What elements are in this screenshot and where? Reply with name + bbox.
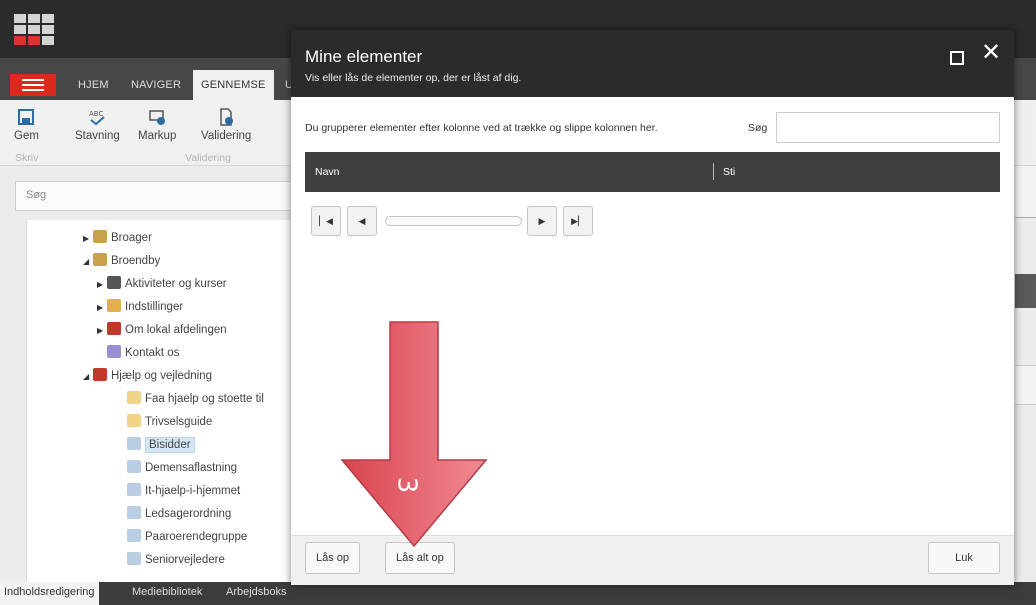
tree-item[interactable]: Kontakt os: [97, 345, 179, 359]
annotation-number: 3: [391, 476, 422, 494]
page-icon: [127, 552, 141, 565]
tree-item-label: Faa hjaelp og stoette til: [145, 393, 264, 405]
book-icon: [93, 368, 107, 381]
spelling-label: Stavning: [75, 130, 120, 142]
tree-item[interactable]: ▶ Aktiviteter og kurser: [97, 276, 227, 290]
pager-next-button[interactable]: ▶: [527, 206, 557, 236]
column-header-name[interactable]: Navn: [315, 166, 340, 178]
tree-item-label: Broendby: [111, 255, 161, 267]
svg-text:ABC: ABC: [89, 110, 103, 118]
expand-arrow-icon[interactable]: ▶: [97, 303, 107, 312]
group-hint: Du grupperer elementer efter kolonne ved…: [305, 122, 658, 134]
tree-item-label: Om lokal afdelingen: [125, 324, 227, 336]
tree-item-label: Paaroerendegruppe: [145, 531, 248, 543]
tree-item-label: Ledsagerordning: [145, 508, 232, 520]
chat-icon: [107, 345, 121, 358]
validation-label: Validering: [201, 130, 252, 142]
column-divider: [713, 163, 714, 180]
close-icon[interactable]: ✕: [981, 41, 1001, 65]
markup-label: Markup: [138, 130, 177, 142]
dialog-search-input[interactable]: [776, 112, 1000, 143]
tree-item-label: It-hjaelp-i-hjemmet: [145, 485, 241, 497]
tree-item[interactable]: Bisidder: [117, 437, 195, 453]
tab-gennemse[interactable]: GENNEMSE: [193, 70, 274, 100]
tree-item-label: Trivselsguide: [145, 416, 213, 428]
expand-arrow-icon[interactable]: ▶: [97, 326, 107, 335]
grid-header: Navn Sti: [305, 152, 1000, 192]
expand-arrow-icon[interactable]: ▶: [97, 280, 107, 289]
tab-hjem[interactable]: HJEM: [78, 79, 109, 91]
folder-icon: [127, 391, 141, 404]
markup-button[interactable]: Markup: [138, 108, 176, 142]
markup-icon: [149, 110, 166, 125]
group-label-validation: Validering: [185, 152, 231, 164]
tree-item[interactable]: Demensaflastning: [117, 460, 237, 474]
group-label-write: Skriv: [15, 152, 39, 164]
expand-arrow-icon[interactable]: ◢: [83, 257, 93, 266]
side-panel-strip: [1015, 365, 1036, 405]
launchpad-icon[interactable]: [14, 14, 54, 46]
tree-item[interactable]: ▶ Indstillinger: [97, 299, 183, 313]
tree-item-label: Hjælp og vejledning: [111, 370, 213, 382]
tree-search-input[interactable]: Søg: [15, 181, 315, 211]
tree-item[interactable]: Ledsagerordning: [117, 506, 231, 520]
tree-item-label: Broager: [111, 232, 152, 244]
book-icon: [107, 322, 121, 335]
tree-item-label: Aktiviteter og kurser: [125, 278, 227, 290]
tab-naviger[interactable]: NAVIGER: [131, 79, 181, 91]
page-icon: [127, 506, 141, 519]
page-icon: [127, 529, 141, 542]
tree-item[interactable]: ▶ Om lokal afdelingen: [97, 322, 227, 336]
tree-item[interactable]: ◢ Hjælp og vejledning: [83, 368, 212, 382]
maximize-icon[interactable]: [950, 51, 964, 65]
expand-arrow-icon[interactable]: ▶: [83, 234, 93, 243]
page-icon: [127, 460, 141, 473]
home-icon: [93, 230, 107, 243]
side-panel-strip: [1015, 166, 1036, 218]
pager-first-button[interactable]: ▏◀: [311, 206, 341, 236]
spellcheck-icon: ABC: [89, 110, 106, 126]
dialog-subtitle: Vis eller lås de elementer op, der er lå…: [305, 72, 522, 84]
validation-icon: [220, 108, 234, 126]
save-button[interactable]: Gem: [14, 108, 39, 142]
tree-item[interactable]: Trivselsguide: [117, 414, 212, 428]
validation-button[interactable]: Validering: [201, 108, 251, 142]
home-icon: [93, 253, 107, 266]
dialog-header: Mine elementer Vis eller lås de elemente…: [291, 30, 1014, 97]
side-panel-strip: [1015, 274, 1036, 308]
tree-item[interactable]: Faa hjaelp og stoette til: [117, 391, 264, 405]
close-button[interactable]: Luk: [928, 542, 1000, 574]
annotation-arrow: [340, 321, 488, 548]
dialog-search-label: Søg: [748, 122, 768, 134]
pager-prev-button[interactable]: ◀: [347, 206, 377, 236]
tree-item[interactable]: Seniorvejledere: [117, 552, 225, 566]
tree-item[interactable]: ◢ Broendby: [83, 253, 160, 267]
tree-item-label: Kontakt os: [125, 347, 180, 359]
tab-media-library[interactable]: Mediebibliotek: [132, 586, 202, 598]
column-header-path[interactable]: Sti: [723, 166, 735, 178]
page-icon: [127, 483, 141, 496]
tree-item-label: Bisidder: [145, 437, 195, 453]
tree-item-label: Seniorvejledere: [145, 554, 225, 566]
soccer-icon: [107, 276, 121, 289]
tree-item[interactable]: ▶ Broager: [83, 230, 152, 244]
content-tree[interactable]: ▶ Broager ◢ Broendby ▶ Aktiviteter og kurser ▶…: [26, 220, 296, 582]
settings-folder-icon: [107, 299, 121, 312]
tree-item[interactable]: It-hjaelp-i-hjemmet: [117, 483, 240, 497]
save-icon: [18, 109, 35, 125]
pager-slider[interactable]: [385, 216, 522, 226]
dialog-title: Mine elementer: [305, 47, 423, 66]
tab-workbox[interactable]: Arbejdsboks: [226, 586, 287, 598]
tab-content-editor[interactable]: Indholdsredigering: [0, 582, 99, 605]
tree-item-label: Indstillinger: [125, 301, 184, 313]
hamburger-menu-icon[interactable]: [10, 74, 56, 96]
tree-item[interactable]: Paaroerendegruppe: [117, 529, 247, 543]
expand-arrow-icon[interactable]: ◢: [83, 372, 93, 381]
pager-last-button[interactable]: ▶▏: [563, 206, 593, 236]
tree-item-label: Demensaflastning: [145, 462, 238, 474]
page-icon: [127, 437, 141, 450]
spelling-button[interactable]: ABC Stavning: [75, 108, 120, 142]
folder-icon: [127, 414, 141, 427]
save-label: Gem: [14, 130, 39, 142]
